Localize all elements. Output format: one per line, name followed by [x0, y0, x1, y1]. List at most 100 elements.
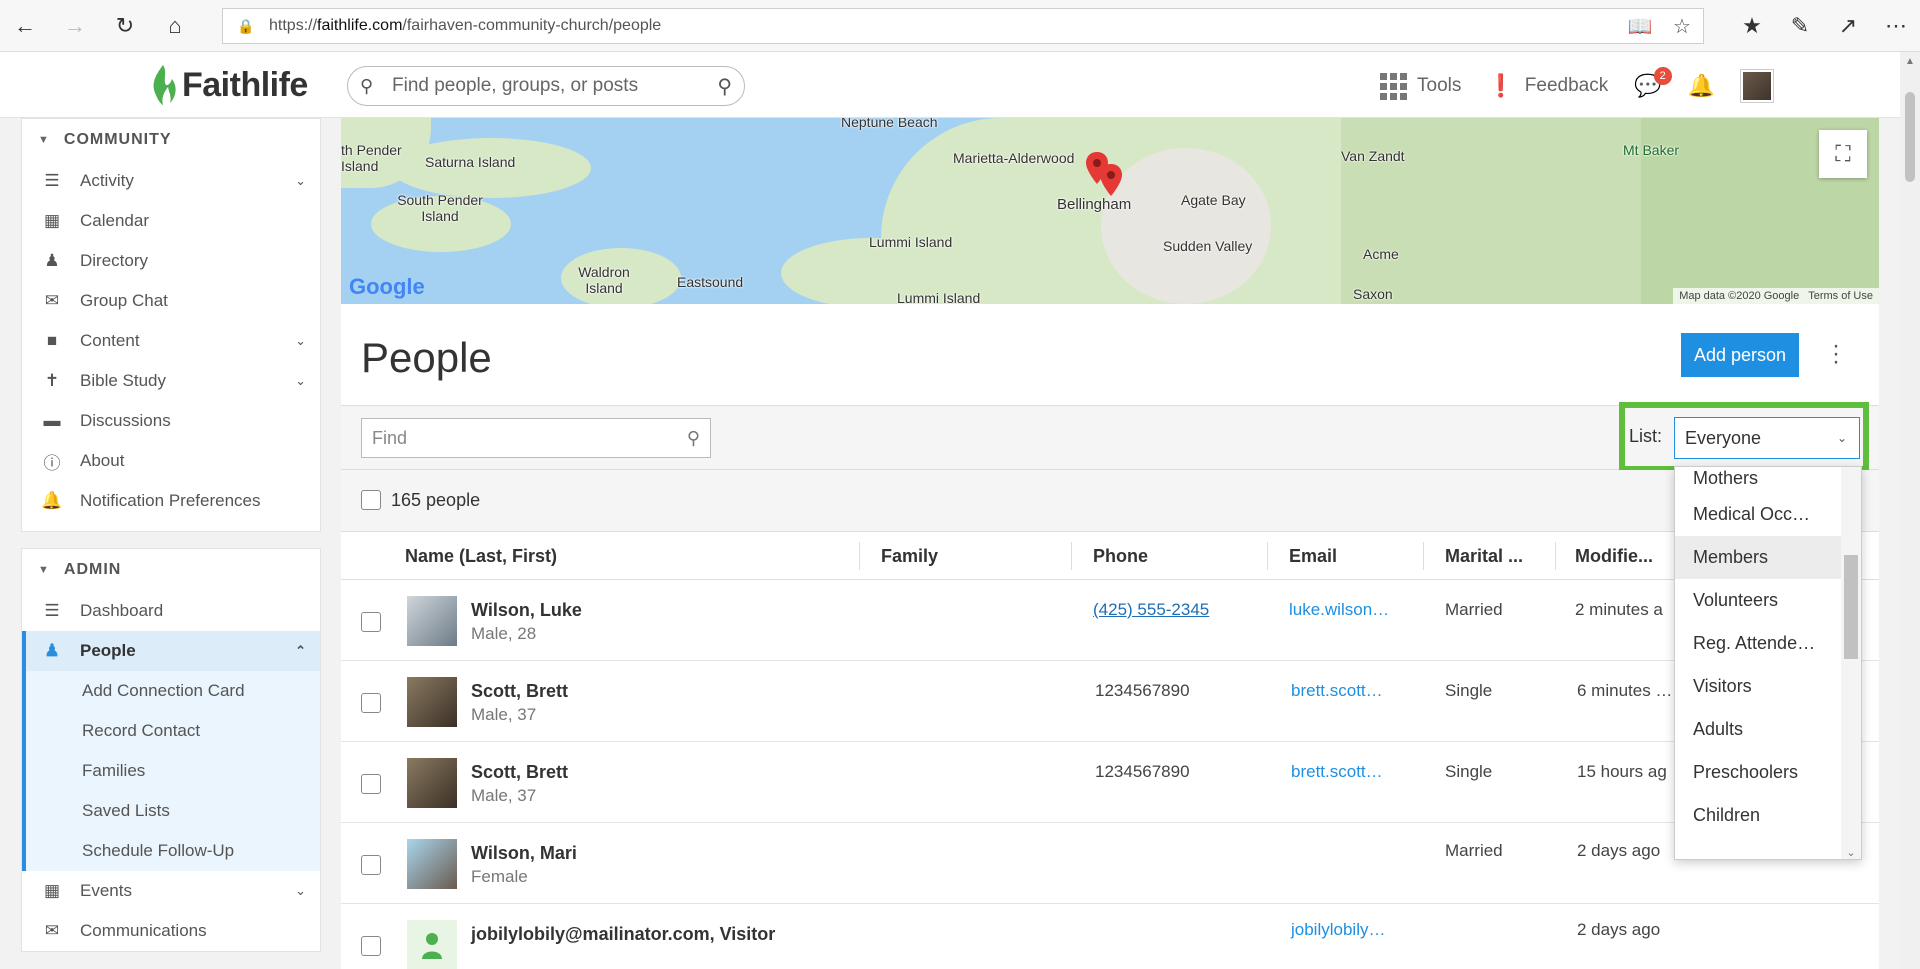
person-name[interactable]: jobilylobily@mailinator.com, Visitor — [471, 924, 775, 945]
dropdown-option-children[interactable]: Children — [1675, 794, 1841, 837]
dropdown-option-visitors[interactable]: Visitors — [1675, 665, 1841, 708]
table-row[interactable]: Scott, Brett Male, 37 1234567890 brett.s… — [341, 742, 1879, 823]
terms-of-use-link[interactable]: Terms of Use — [1808, 290, 1873, 302]
reading-view-icon[interactable]: 📖 — [1619, 14, 1661, 39]
sidebar-item-activity[interactable]: ☰ Activity ⌄ — [22, 161, 320, 201]
email-link[interactable]: luke.wilson… — [1289, 600, 1389, 620]
email-link[interactable]: jobilylobily… — [1291, 920, 1385, 940]
person-name[interactable]: Scott, Brett — [471, 681, 568, 702]
column-header-email[interactable]: Email — [1289, 546, 1337, 567]
person-name[interactable]: Scott, Brett — [471, 762, 568, 783]
pen-icon[interactable]: ✎ — [1776, 0, 1824, 52]
chevron-down-icon[interactable]: ⌄ — [295, 883, 306, 899]
tools-button[interactable]: Tools — [1380, 72, 1461, 100]
dropdown-scroll-thumb[interactable] — [1844, 555, 1858, 659]
share-icon[interactable]: ↗ — [1824, 0, 1872, 52]
scrollbar-thumb[interactable] — [1905, 92, 1915, 182]
dropdown-option-reg-attendees[interactable]: Reg. Attende… — [1675, 622, 1841, 665]
global-search-input[interactable]: ⚲ Find people, groups, or posts ⚲ — [347, 66, 745, 106]
column-header-modified[interactable]: Modifie... — [1575, 546, 1653, 567]
community-section-title[interactable]: ▼ COMMUNITY — [22, 119, 320, 161]
back-icon[interactable]: ← — [0, 0, 50, 52]
more-options-icon[interactable]: · · · — [1831, 334, 1841, 374]
scroll-down-icon[interactable]: ⌄ — [1841, 846, 1861, 859]
sidebar-item-discussions[interactable]: ▬ Discussions — [22, 401, 320, 441]
dropdown-scrollbar[interactable]: ⌄ — [1841, 467, 1861, 859]
url-text[interactable]: https://faithlife.com/fairhaven-communit… — [269, 17, 1619, 35]
map[interactable]: Neptune Beach th Pender Island Saturna I… — [341, 118, 1879, 304]
table-row[interactable]: Wilson, Luke Male, 28 (425) 555-2345 luk… — [341, 580, 1879, 661]
dropdown-option-medical[interactable]: Medical Occ… — [1675, 493, 1841, 536]
dropdown-option-members[interactable]: Members — [1675, 536, 1841, 579]
search-icon: ⚲ — [360, 75, 374, 96]
sidebar-item-add-connection-card[interactable]: Add Connection Card — [22, 671, 320, 711]
address-bar[interactable]: 🔒 https://faithlife.com/fairhaven-commun… — [222, 8, 1704, 44]
feedback-button[interactable]: ❗ Feedback — [1487, 73, 1608, 99]
sidebar-item-content[interactable]: ■ Content ⌄ — [22, 321, 320, 361]
messages-icon[interactable]: 💬 2 — [1634, 67, 1672, 99]
home-icon[interactable]: ⌂ — [150, 0, 200, 52]
list-dropdown-menu: Mothers Medical Occ… Members Volunteers … — [1674, 466, 1862, 860]
sidebar-item-events[interactable]: ▦ Events ⌄ — [22, 871, 320, 911]
sidebar-item-saved-lists[interactable]: Saved Lists — [22, 791, 320, 831]
select-all-checkbox[interactable] — [361, 490, 381, 510]
location-pin-icon[interactable]: ⚲ — [717, 74, 732, 99]
forward-icon[interactable]: → — [50, 0, 100, 52]
fullscreen-button[interactable]: ⛶ — [1819, 130, 1867, 178]
column-header-phone[interactable]: Phone — [1093, 546, 1148, 567]
column-header-family[interactable]: Family — [881, 546, 938, 567]
more-icon[interactable]: ⋯ — [1872, 0, 1920, 52]
sidebar-item-families[interactable]: Families — [22, 751, 320, 791]
dropdown-option-mothers[interactable]: Mothers — [1675, 467, 1841, 493]
person-name[interactable]: Wilson, Luke — [471, 600, 582, 621]
admin-panel: ▼ ADMIN ☰ Dashboard ♟ People ⌃ Add Conne… — [21, 548, 321, 952]
dropdown-option-adults[interactable]: Adults — [1675, 708, 1841, 751]
sidebar-item-notification-preferences[interactable]: 🔔 Notification Preferences — [22, 481, 320, 521]
column-header-name[interactable]: Name (Last, First) — [405, 546, 557, 567]
map-marker-icon[interactable] — [1099, 164, 1123, 196]
user-avatar[interactable] — [1741, 70, 1774, 102]
phone-link[interactable]: (425) 555-2345 — [1093, 600, 1209, 620]
favorites-icon[interactable]: ★ — [1728, 0, 1776, 52]
dropdown-option-volunteers[interactable]: Volunteers — [1675, 579, 1841, 622]
row-checkbox[interactable] — [361, 774, 381, 794]
faithlife-logo[interactable]: Faithlife — [148, 62, 308, 108]
sidebar-item-calendar[interactable]: ▦ Calendar — [22, 201, 320, 241]
add-person-button[interactable]: Add person — [1681, 333, 1799, 377]
row-checkbox[interactable] — [361, 612, 381, 632]
sidebar-item-schedule-follow-up[interactable]: Schedule Follow-Up — [22, 831, 320, 871]
page-title: People — [361, 334, 492, 381]
scroll-up-icon[interactable]: ▲ — [1900, 56, 1920, 67]
sidebar-item-directory[interactable]: ♟ Directory — [22, 241, 320, 281]
page-scrollbar[interactable]: ▲ — [1900, 52, 1920, 969]
sidebar-item-record-contact[interactable]: Record Contact — [22, 711, 320, 751]
column-header-marital[interactable]: Marital ... — [1445, 546, 1523, 567]
sidebar-item-about[interactable]: ⓘ About — [22, 441, 320, 481]
chevron-down-icon[interactable]: ⌄ — [295, 333, 306, 349]
table-row[interactable]: Scott, Brett Male, 37 1234567890 brett.s… — [341, 661, 1879, 742]
email-link[interactable]: brett.scott… — [1291, 681, 1383, 701]
chevron-down-icon[interactable]: ⌄ — [295, 373, 306, 389]
sidebar-item-communications[interactable]: ✉ Communications — [22, 911, 320, 951]
chevron-down-icon[interactable]: ⌄ — [295, 173, 306, 189]
sidebar-item-people[interactable]: ♟ People ⌃ — [22, 631, 320, 671]
email-link[interactable]: brett.scott… — [1291, 762, 1383, 782]
admin-section-title[interactable]: ▼ ADMIN — [22, 549, 320, 591]
row-checkbox[interactable] — [361, 936, 381, 956]
refresh-icon[interactable]: ↻ — [100, 0, 150, 52]
chevron-up-icon[interactable]: ⌃ — [295, 643, 306, 659]
find-input[interactable]: Find ⚲ — [361, 418, 711, 458]
dropdown-option-preschoolers[interactable]: Preschoolers — [1675, 751, 1841, 794]
table-row[interactable]: Wilson, Mari Female Married 2 days ago — [341, 823, 1879, 904]
sidebar-item-bible-study[interactable]: ✝ Bible Study ⌄ — [22, 361, 320, 401]
filter-bar: Find ⚲ List: Everyone ⌄ — [341, 402, 1879, 472]
sidebar-item-group-chat[interactable]: ✉ Group Chat — [22, 281, 320, 321]
favorite-star-icon[interactable]: ☆ — [1661, 14, 1703, 39]
table-row[interactable]: jobilylobily@mailinator.com, Visitor job… — [341, 904, 1879, 969]
sidebar-item-dashboard[interactable]: ☰ Dashboard — [22, 591, 320, 631]
person-name[interactable]: Wilson, Mari — [471, 843, 577, 864]
list-select[interactable]: Everyone ⌄ — [1674, 417, 1860, 459]
row-checkbox[interactable] — [361, 693, 381, 713]
notifications-bell-icon[interactable]: 🔔 — [1688, 73, 1715, 99]
row-checkbox[interactable] — [361, 855, 381, 875]
